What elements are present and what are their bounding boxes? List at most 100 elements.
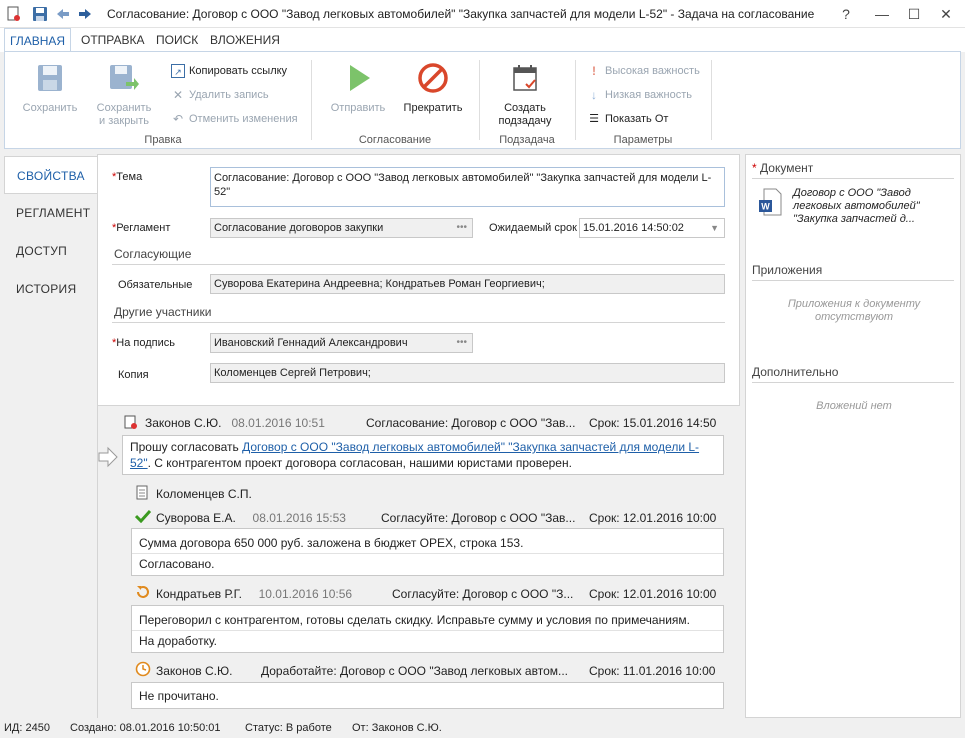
group-separator bbox=[479, 60, 480, 140]
stop-button[interactable]: Прекратить bbox=[397, 62, 469, 115]
status-bar: ИД: 2450 Создано: 08.01.2016 10:50:01 Ст… bbox=[0, 718, 965, 738]
check-icon bbox=[135, 509, 151, 523]
messages-area: Законов С.Ю. 08.01.2016 10:51 Согласован… bbox=[98, 405, 740, 718]
copy-link-button[interactable]: ↗ Копировать ссылку bbox=[171, 62, 287, 80]
message-result: Не прочитано. bbox=[139, 689, 219, 703]
undo-button[interactable]: ↶ Отменить изменения bbox=[171, 110, 298, 128]
obyazatelnye-label: Обязательные bbox=[118, 279, 193, 291]
save-button[interactable]: Сохранить bbox=[15, 62, 85, 115]
attachments-empty: Приложения к документу отсутствуют bbox=[787, 298, 921, 323]
play-icon bbox=[350, 65, 370, 91]
message-subject: Согласуйте: Договор с ООО "З... bbox=[392, 587, 574, 601]
tema-field[interactable]: Согласование: Договор с ООО "Завод легко… bbox=[210, 167, 725, 207]
clock-icon bbox=[135, 661, 151, 677]
group-label-parametry: Параметры bbox=[613, 134, 673, 146]
message-author: Кондратьев Р.Г. bbox=[156, 587, 242, 601]
extra-header: Дополнительно bbox=[752, 365, 839, 379]
message-date: 08.01.2016 10:51 bbox=[231, 416, 325, 430]
window-title: Согласование: Договор с ООО "Завод легко… bbox=[107, 7, 817, 21]
section-soglasuyuschie: Согласующие bbox=[114, 247, 192, 261]
create-subtask-button[interactable]: Создать подзадачу bbox=[487, 62, 563, 128]
message-subject: Согласуйте: Договор с ООО "Зав... bbox=[381, 511, 576, 525]
message-subject: Доработайте: Договор с ООО "Завод легков… bbox=[261, 664, 569, 678]
save-close-icon bbox=[110, 65, 139, 90]
divider bbox=[132, 553, 723, 554]
forward-arrow-icon[interactable] bbox=[77, 6, 93, 22]
save-quick-icon[interactable] bbox=[32, 6, 48, 22]
ribbon: Сохранить Сохранить и закрыть ↗ Копироват… bbox=[4, 51, 961, 149]
srok-label: Ожидаемый срок bbox=[489, 222, 577, 234]
chevron-down-icon[interactable]: ▼ bbox=[710, 223, 719, 233]
divider bbox=[112, 322, 725, 323]
back-arrow-icon[interactable] bbox=[55, 6, 71, 22]
document-name[interactable]: Договор с ООО "Завод легковых автомобиле… bbox=[793, 187, 953, 226]
tab-otpravka[interactable]: ОТПРАВКА bbox=[76, 28, 150, 52]
message-body: Не прочитано. bbox=[131, 682, 724, 709]
message-result: Согласовано. bbox=[139, 557, 215, 571]
group-label-pravka: Правка bbox=[144, 134, 182, 146]
na-podpis-label: *На подпись bbox=[112, 337, 175, 349]
low-importance-button[interactable]: ↓ Низкая важность bbox=[587, 86, 692, 104]
kopiya-field[interactable]: Коломенцев Сергей Петрович; bbox=[210, 363, 725, 383]
message-author: Коломенцев С.П. bbox=[156, 487, 252, 501]
divider bbox=[752, 280, 954, 281]
obyazatelnye-field[interactable]: Суворова Екатерина Андреевна; Кондратьев… bbox=[210, 274, 725, 294]
tab-poisk[interactable]: ПОИСК bbox=[151, 28, 203, 52]
close-button[interactable]: ✕ bbox=[936, 4, 956, 24]
message-author: Суворова Е.А. bbox=[156, 511, 236, 525]
show-from-button[interactable]: ☰ Показать От bbox=[587, 110, 668, 128]
group-label-podzadacha: Подзадача bbox=[499, 134, 555, 146]
link-icon: ↗ bbox=[171, 64, 185, 79]
list-icon: ☰ bbox=[589, 113, 599, 126]
nav-svoystva[interactable]: СВОЙСТВА bbox=[4, 156, 98, 194]
message-due: Срок: 11.01.2016 10:00 bbox=[589, 664, 716, 678]
divider bbox=[752, 178, 954, 179]
srok-field[interactable]: 15.01.2016 14:50:02 ▼ bbox=[579, 218, 725, 238]
kopiya-label: Копия bbox=[118, 369, 149, 381]
message-body: Прошу согласовать Договор с ООО "Завод л… bbox=[122, 435, 724, 475]
message-author: Законов С.Ю. bbox=[156, 664, 233, 678]
message-header: Кондратьев Р.Г. 10.01.2016 10:56 bbox=[156, 587, 352, 601]
tab-vlozheniya[interactable]: ВЛОЖЕНИЯ bbox=[205, 28, 285, 52]
save-close-button[interactable]: Сохранить и закрыть bbox=[89, 62, 159, 128]
reglament-label: *Регламент bbox=[112, 222, 171, 234]
document-icon bbox=[136, 485, 148, 500]
nav-dostup[interactable]: ДОСТУП bbox=[4, 232, 98, 270]
send-button[interactable]: Отправить bbox=[323, 62, 393, 115]
delete-record-button[interactable]: ✕ Удалить запись bbox=[171, 86, 269, 104]
minimize-button[interactable]: — bbox=[872, 4, 892, 24]
status-created: Создано: 08.01.2016 10:50:01 bbox=[70, 722, 221, 734]
section-drugie: Другие участники bbox=[114, 305, 212, 319]
extra-empty: Вложений нет bbox=[816, 400, 892, 412]
tab-glavnaya[interactable]: ГЛАВНАЯ bbox=[4, 28, 72, 52]
nav-reglament[interactable]: РЕГЛАМЕНТ bbox=[4, 194, 98, 232]
ribbon-tabs: ГЛАВНАЯ ОТПРАВКА ПОИСК ВЛОЖЕНИЯ bbox=[0, 28, 965, 52]
group-separator bbox=[711, 60, 712, 140]
browse-dots-icon[interactable]: ••• bbox=[456, 222, 467, 233]
nav-istoriya[interactable]: ИСТОРИЯ bbox=[4, 270, 98, 308]
divider bbox=[112, 264, 725, 265]
word-document-icon[interactable]: W bbox=[758, 188, 782, 216]
right-panel: * Документ W Договор с ООО "Завод легков… bbox=[745, 154, 961, 718]
reglament-field[interactable]: Согласование договоров закупки ••• bbox=[210, 218, 473, 238]
calendar-check-icon bbox=[513, 65, 537, 91]
browse-dots-icon[interactable]: ••• bbox=[456, 337, 467, 348]
status-id: ИД: 2450 bbox=[4, 722, 50, 734]
message-text: Переговорил с контрагентом, готовы сдела… bbox=[139, 613, 690, 627]
left-nav: СВОЙСТВА РЕГЛАМЕНТ ДОСТУП ИСТОРИЯ bbox=[4, 154, 98, 718]
current-arrow-icon bbox=[98, 446, 118, 468]
na-podpis-field[interactable]: Ивановский Геннадий Александрович ••• bbox=[210, 333, 473, 353]
help-button[interactable]: ? bbox=[836, 4, 856, 24]
message-header: Суворова Е.А. 08.01.2016 15:53 bbox=[156, 511, 346, 525]
group-separator bbox=[575, 60, 576, 140]
tema-label: *Тема bbox=[112, 171, 143, 183]
document-header: * Документ bbox=[752, 161, 814, 175]
message-result: На доработку. bbox=[139, 634, 217, 648]
save-icon bbox=[38, 65, 62, 91]
message-date: 10.01.2016 10:56 bbox=[258, 587, 353, 601]
app-icon bbox=[7, 6, 20, 21]
high-importance-button[interactable]: ! Высокая важность bbox=[587, 62, 700, 80]
group-separator bbox=[311, 60, 312, 140]
message-subject: Согласование: Договор с ООО "Зав... bbox=[366, 416, 576, 430]
maximize-button[interactable]: ☐ bbox=[904, 4, 924, 24]
